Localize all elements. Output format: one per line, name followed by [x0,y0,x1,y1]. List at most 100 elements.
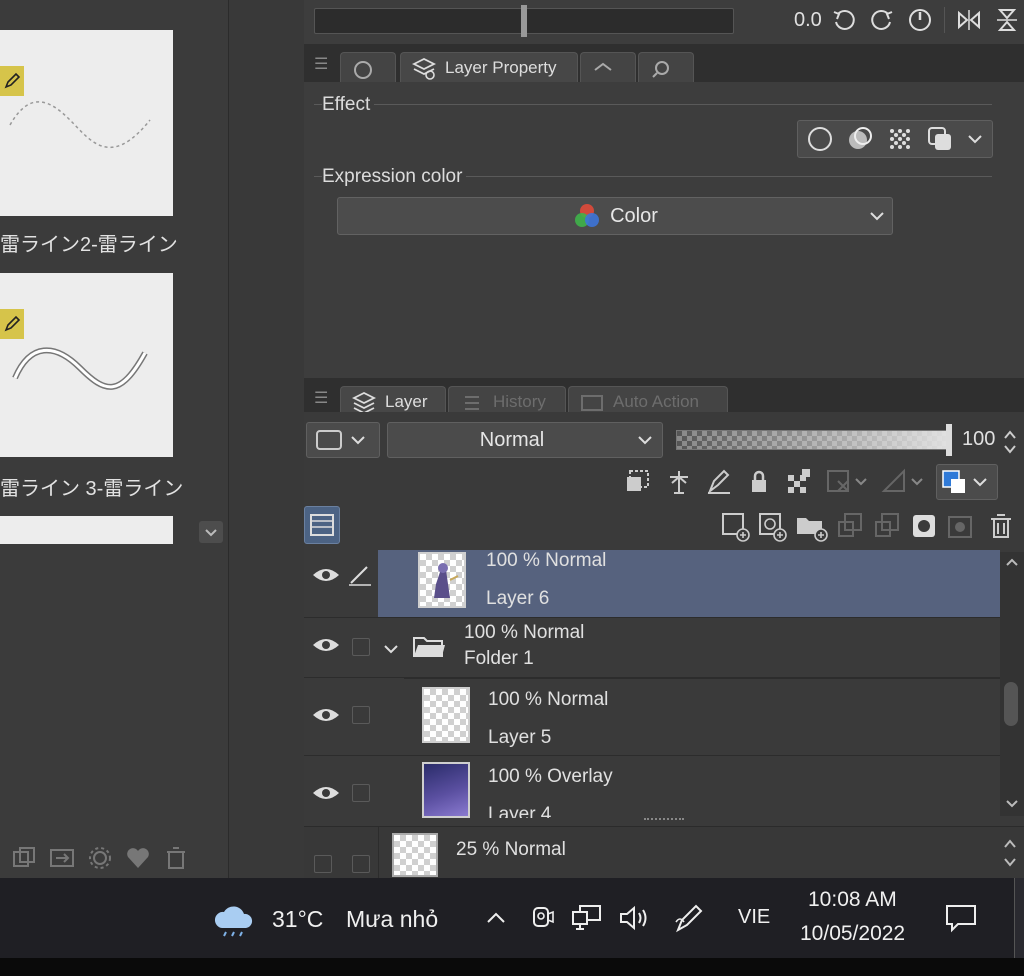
layer-lock-tools [624,464,998,500]
input-language[interactable]: VIE [738,906,770,929]
layer-row-body[interactable]: 100 % Normal Layer 6 [378,550,1000,617]
brush-preview-3[interactable] [0,516,173,544]
ruler-icon[interactable] [880,467,926,497]
tone-icon[interactable] [886,125,914,153]
weather-temperature[interactable]: 31°C [272,906,323,933]
edit-target-checkbox[interactable] [352,855,370,873]
rotate-right-icon[interactable] [868,6,896,34]
chevron-down-icon[interactable] [966,130,984,148]
layer-row-body[interactable]: 100 % Normal Layer 5 [404,678,1000,755]
show-desktop-button[interactable] [1014,878,1024,958]
new-raster-layer-icon[interactable] [720,510,750,542]
swap-icon[interactable] [48,844,76,872]
cloud-rain-icon[interactable] [212,902,256,938]
chevron-down-icon[interactable] [382,640,400,658]
edit-target-checkbox[interactable] [314,855,332,873]
heart-icon[interactable] [124,844,152,872]
blend-mode-dropdown[interactable]: Normal [387,422,663,458]
scrollbar-thumb[interactable] [1004,682,1018,726]
new-folder-icon[interactable] [794,510,828,542]
pencil-edit-icon[interactable] [342,560,378,590]
draft-layer-icon[interactable] [704,467,734,497]
panel-grip-icon[interactable]: ☰ [314,388,328,408]
resize-grip[interactable] [644,818,684,824]
reset-rotation-icon[interactable] [906,6,934,34]
brush-preview-1[interactable] [0,30,173,216]
history-icon [459,391,485,413]
layer-color-swatch[interactable] [936,464,998,500]
scroll-down-button[interactable] [199,521,223,543]
layer-thumbnail [422,762,470,818]
apply-mask-icon[interactable] [946,510,980,542]
eye-icon[interactable] [308,630,344,660]
paper-layer-row[interactable]: 25 % Normal [304,826,1024,879]
reference-layer-icon[interactable] [664,467,694,497]
color-select-value: Color [610,204,658,227]
layer-color-icon[interactable] [926,125,954,153]
eye-icon[interactable] [308,778,344,808]
opacity-spinner-icon[interactable] [1002,428,1018,456]
lock-icon[interactable] [744,467,774,497]
layer-list-scrollbar[interactable] [1000,552,1024,816]
mask-enable-icon[interactable] [824,467,870,497]
layer-row-body[interactable]: 100 % Overlay Layer 4 [404,756,1000,818]
border-effect-icon[interactable] [806,125,834,153]
trash-icon[interactable] [162,844,190,872]
merge-down-icon[interactable] [872,510,902,542]
duplicate-icon[interactable] [10,844,38,872]
slider-handle[interactable] [521,5,527,37]
edit-target-checkbox[interactable] [352,784,370,802]
new-vector-layer-icon[interactable] [757,510,787,542]
scroll-up-icon [1006,558,1018,566]
rotation-slider[interactable] [314,5,734,37]
eye-icon[interactable] [308,560,344,590]
layer-row[interactable]: 100 % Normal Layer 5 [304,678,1000,756]
rotate-left-icon[interactable] [830,6,858,34]
opacity-slider[interactable] [676,430,950,450]
transfer-down-icon[interactable] [835,510,865,542]
spinner-icon[interactable] [1002,835,1018,871]
opacity-slider-handle[interactable] [946,424,952,456]
effect-title: Effect [322,94,375,116]
folder-row[interactable]: 100 % Normal Folder 1 [304,618,1000,678]
flip-horizontal-icon[interactable] [955,6,983,34]
edit-target-checkbox[interactable] [352,638,370,656]
expression-color-select[interactable]: Color [337,197,893,235]
weather-condition[interactable]: Mưa nhỏ [346,906,438,933]
flip-vertical-icon[interactable] [993,6,1021,34]
effect-selector[interactable] [797,120,993,158]
tab-search[interactable] [638,52,694,82]
color-wheel-icon [572,201,602,231]
layer-row[interactable]: 100 % Overlay Layer 4 [304,756,1000,818]
camera-icon[interactable] [528,902,556,934]
clock-time[interactable]: 10:08 AM [808,888,897,912]
panel-divider [228,0,304,878]
chevron-up-icon[interactable] [484,906,508,930]
layer-panel-menu-button[interactable] [304,506,340,544]
extract-line-icon[interactable] [846,125,874,153]
pen-workspace-icon[interactable] [672,902,706,934]
layer-mask-icon[interactable] [909,510,939,542]
volume-icon[interactable] [618,902,654,934]
layer-row[interactable]: 100 % Normal Layer 6 [304,550,1000,618]
tab-layer-property[interactable]: Layer Property [400,52,578,82]
lock-transparency-icon[interactable] [784,467,814,497]
tab-transform[interactable] [580,52,636,82]
network-icon[interactable] [570,902,604,934]
scroll-down-icon [1006,800,1018,808]
layer-color-dropdown[interactable] [306,422,380,458]
opacity-value[interactable]: 100 [962,428,995,451]
edit-target-checkbox[interactable] [352,706,370,724]
brush-preview-2[interactable] [0,273,173,457]
layer-blend-mode: 100 % Normal [488,689,609,710]
notification-icon[interactable] [944,902,978,934]
tab-tool-property[interactable] [340,52,396,82]
delete-layer-icon[interactable] [987,510,1015,542]
clip-icon[interactable] [624,467,654,497]
panel-grip-icon[interactable]: ☰ [314,54,328,74]
eye-icon[interactable] [308,700,344,730]
property-tab-bar: ☰ Layer Property [304,44,1024,82]
settings-icon[interactable] [86,844,114,872]
folder-row-body[interactable]: 100 % Normal Folder 1 [378,618,1000,677]
clock-date[interactable]: 10/05/2022 [800,922,905,946]
